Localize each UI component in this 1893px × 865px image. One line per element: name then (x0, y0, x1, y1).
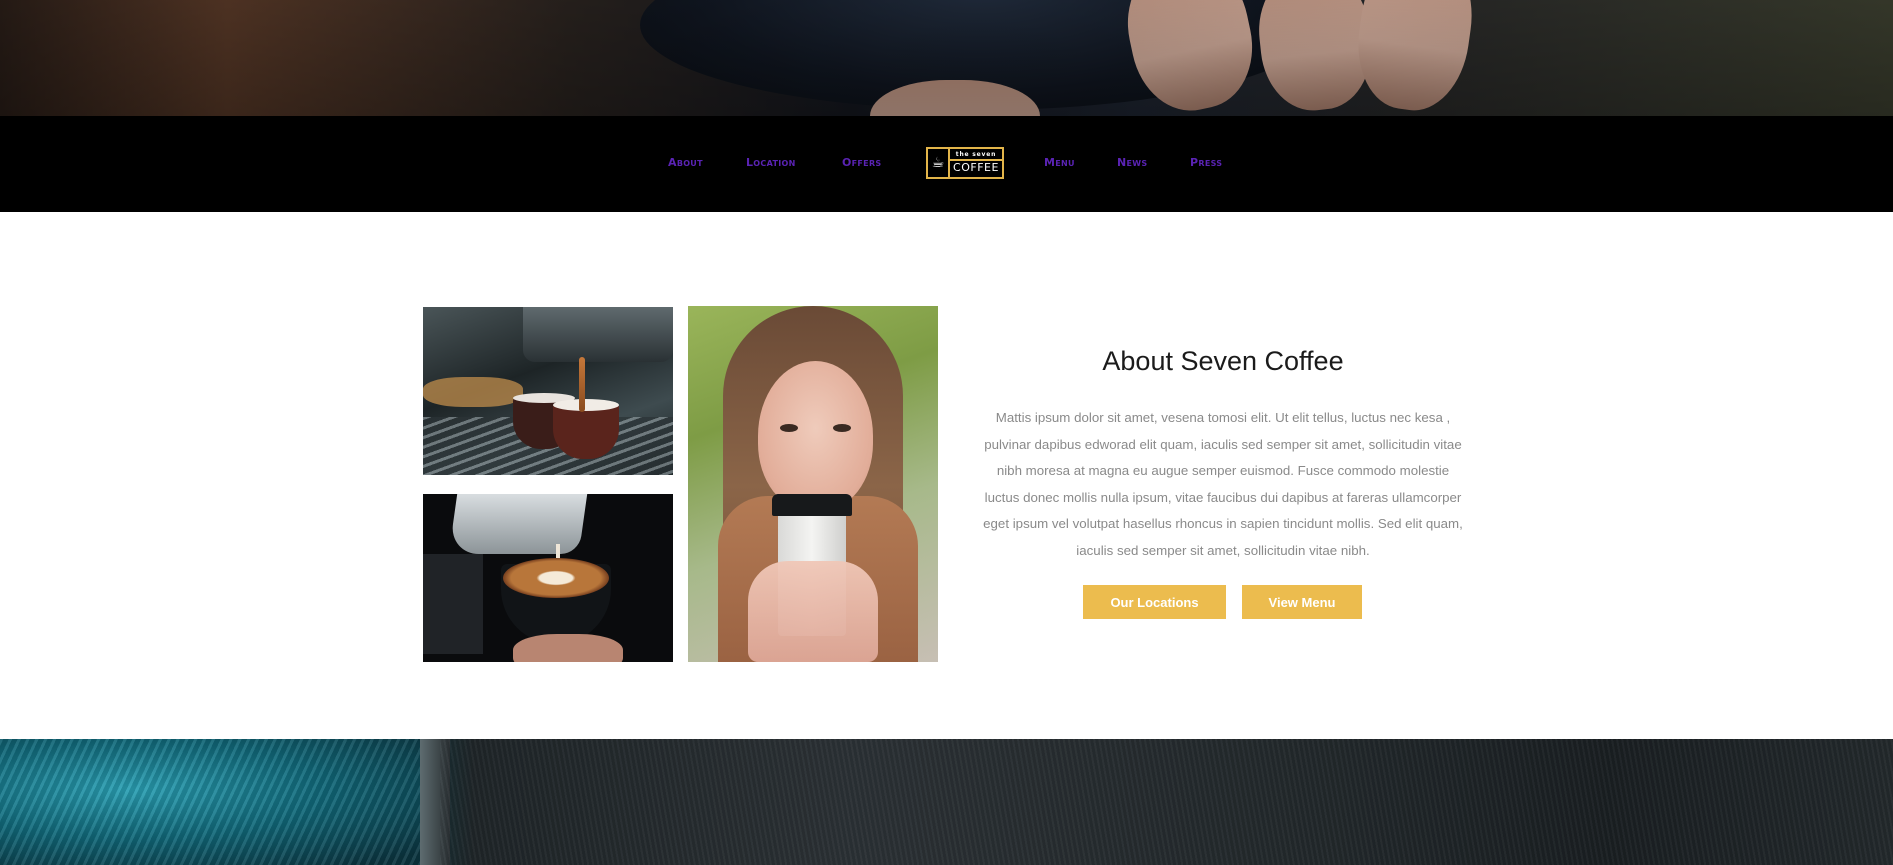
nav-link-press[interactable]: Press (1190, 156, 1222, 169)
nav-link-location[interactable]: Location (746, 156, 796, 169)
hero-bottom-image (0, 739, 1893, 865)
coffee-cup-icon: ☕ (928, 149, 950, 177)
about-title: About Seven Coffee (1102, 346, 1344, 376)
espresso-machine-photo (423, 307, 673, 475)
our-locations-button[interactable]: Our Locations (1083, 585, 1226, 619)
nav-link-offers[interactable]: Offers (842, 156, 881, 169)
logo-small-text: the seven (950, 149, 1002, 161)
logo-big-text: COFFEE (953, 161, 999, 174)
nav-link-about[interactable]: About (668, 156, 703, 169)
latte-art-photo (423, 494, 673, 662)
site-logo[interactable]: ☕ the seven COFFEE (926, 147, 1004, 179)
about-body-text: Mattis ipsum dolor sit amet, vesena tomo… (983, 410, 1463, 558)
main-navbar: About Location Offers ☕ the seven COFFEE… (0, 116, 1893, 212)
nav-link-menu[interactable]: Menu (1044, 156, 1075, 169)
woman-with-coffee-photo (688, 306, 938, 662)
hero-top-image (0, 0, 1893, 116)
nav-link-news[interactable]: News (1117, 156, 1147, 169)
view-menu-button[interactable]: View Menu (1242, 585, 1362, 619)
